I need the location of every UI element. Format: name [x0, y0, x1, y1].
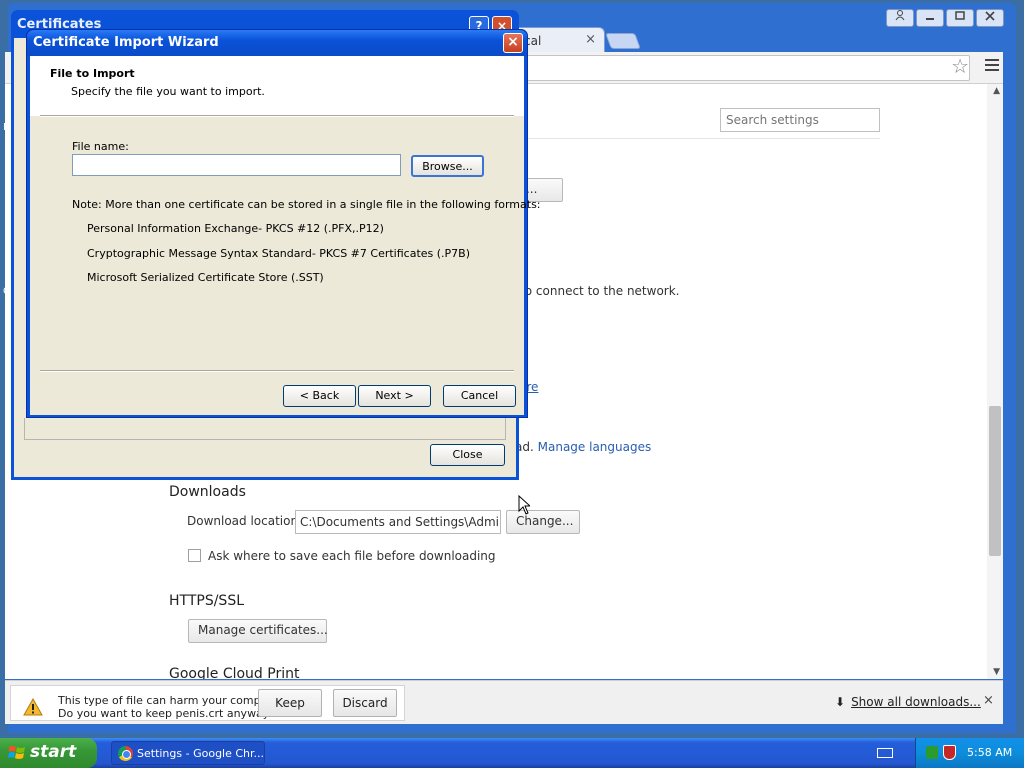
window-controls [886, 9, 1004, 27]
formats-note: Note: More than one certificate can be s… [72, 198, 541, 211]
taskbar-item-chrome[interactable]: Settings - Google Chr... [111, 741, 265, 765]
minimize-icon[interactable] [916, 9, 944, 27]
file-name-input[interactable] [72, 154, 401, 176]
cancel-button[interactable]: Cancel [443, 385, 516, 407]
wizard-header: File to Import Specify the file you want… [30, 56, 524, 116]
warning-line-2: Do you want to keep penis.crt anyway? [58, 707, 276, 720]
network-icon[interactable] [926, 746, 938, 759]
chrome-icon [118, 746, 133, 761]
certificates-panel [24, 418, 506, 440]
warning-line-1: This type of file can harm your computer… [58, 694, 286, 707]
download-warning-text: This type of file can harm your computer… [58, 694, 286, 720]
certificates-close-button[interactable]: Close [430, 444, 505, 466]
maximize-icon[interactable] [946, 9, 974, 27]
page-scrollbar[interactable]: ▲ ▼ [987, 84, 1003, 679]
bookmark-star-icon[interactable]: ☆ [951, 54, 969, 78]
discard-button[interactable]: Discard [333, 689, 397, 717]
chrome-menu-icon[interactable] [985, 59, 999, 74]
wizard-title: Certificate Import Wizard [33, 35, 219, 50]
download-location-label: Download location: [187, 514, 303, 528]
download-item: This type of file can harm your computer… [10, 685, 405, 721]
format-item: Cryptographic Message Syntax Standard- P… [87, 247, 471, 260]
format-item: Microsoft Serialized Certificate Store (… [87, 271, 324, 284]
scroll-down-icon[interactable]: ▼ [993, 667, 1000, 677]
scroll-up-icon[interactable]: ▲ [993, 86, 1000, 96]
download-arrow-icon: ⬇ [835, 695, 846, 709]
https-section-title: HTTPS/SSL [169, 593, 245, 609]
profile-icon[interactable] [886, 9, 914, 27]
keep-button[interactable]: Keep [258, 689, 322, 717]
wizard-header-separator [40, 115, 514, 117]
manage-languages-link[interactable]: Manage languages [538, 440, 652, 454]
clock: 5:58 AM [967, 746, 1013, 759]
ask-where-checkbox[interactable] [188, 549, 201, 562]
scroll-thumb[interactable] [989, 406, 1001, 556]
back-button[interactable]: < Back [283, 385, 356, 407]
warning-icon [23, 698, 43, 716]
wizard-body: File to Import Specify the file you want… [30, 56, 541, 415]
tab-close-icon[interactable]: × [585, 32, 596, 47]
show-all-downloads[interactable]: ⬇ Show all downloads... [835, 695, 981, 709]
wizard-subheading: Specify the file you want to import. [71, 85, 265, 98]
wizard-close-icon[interactable]: × [503, 33, 523, 53]
taskbar-item-label: Settings - Google Chr... [137, 747, 265, 760]
taskbar: start Settings - Google Chr... 5:58 AM [0, 738, 1024, 768]
search-settings-input[interactable] [720, 108, 880, 132]
network-description: s to connect to the network. [510, 284, 680, 298]
wizard-titlebar: Certificate Import Wizard × [27, 30, 527, 56]
download-location-field[interactable]: C:\Documents and Settings\Admin\My Docu [295, 510, 501, 534]
download-bar: This type of file can harm your computer… [5, 680, 1003, 724]
file-name-label: File name: [72, 140, 129, 153]
security-shield-icon[interactable] [943, 745, 956, 760]
next-button[interactable]: Next > [358, 385, 431, 407]
browse-button[interactable]: Browse... [411, 155, 484, 177]
wizard-footer-separator [40, 370, 514, 372]
cloud-print-section-title: Google Cloud Print [169, 666, 300, 679]
settings-divider [515, 138, 880, 139]
mouse-cursor-icon [518, 495, 530, 515]
keyboard-icon[interactable] [877, 748, 893, 758]
downloads-section-title: Downloads [169, 484, 246, 500]
start-button[interactable]: start [0, 738, 97, 768]
certificate-import-wizard: Certificate Import Wizard × File to Impo… [26, 29, 541, 418]
show-all-downloads-link[interactable]: Show all downloads... [851, 695, 981, 709]
window-close-icon[interactable] [976, 9, 1004, 27]
new-tab-button[interactable] [605, 33, 641, 49]
ask-where-label: Ask where to save each file before downl… [208, 549, 496, 563]
start-label: start [30, 742, 77, 762]
wizard-heading: File to Import [50, 67, 135, 80]
format-item: Personal Information Exchange- PKCS #12 … [87, 222, 384, 235]
windows-logo-icon [8, 746, 25, 759]
languages-description: ad. Manage languages [515, 440, 651, 454]
manage-certificates-button[interactable]: Manage certificates... [188, 619, 328, 643]
download-bar-close-icon[interactable]: × [983, 693, 994, 708]
system-tray: 5:58 AM [915, 738, 1024, 768]
